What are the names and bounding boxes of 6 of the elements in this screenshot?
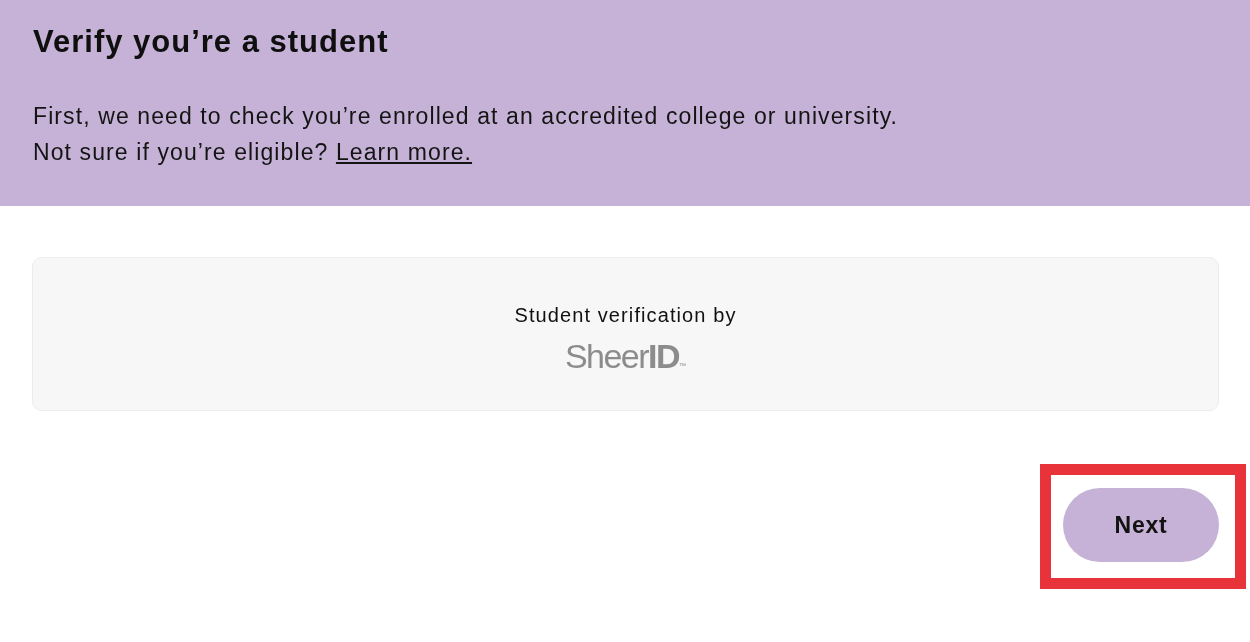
intro-text: First, we need to check you’re enrolled at an accredited college or university.	[33, 102, 899, 131]
next-button[interactable]: Next	[1063, 488, 1219, 562]
verification-label: Student verification by	[514, 303, 737, 328]
learn-more-link[interactable]: Learn more.	[335, 139, 473, 165]
eligibility-text: Not sure if you’re eligible? Learn more.	[33, 138, 473, 167]
page-title: Verify you’re a student	[33, 23, 389, 61]
